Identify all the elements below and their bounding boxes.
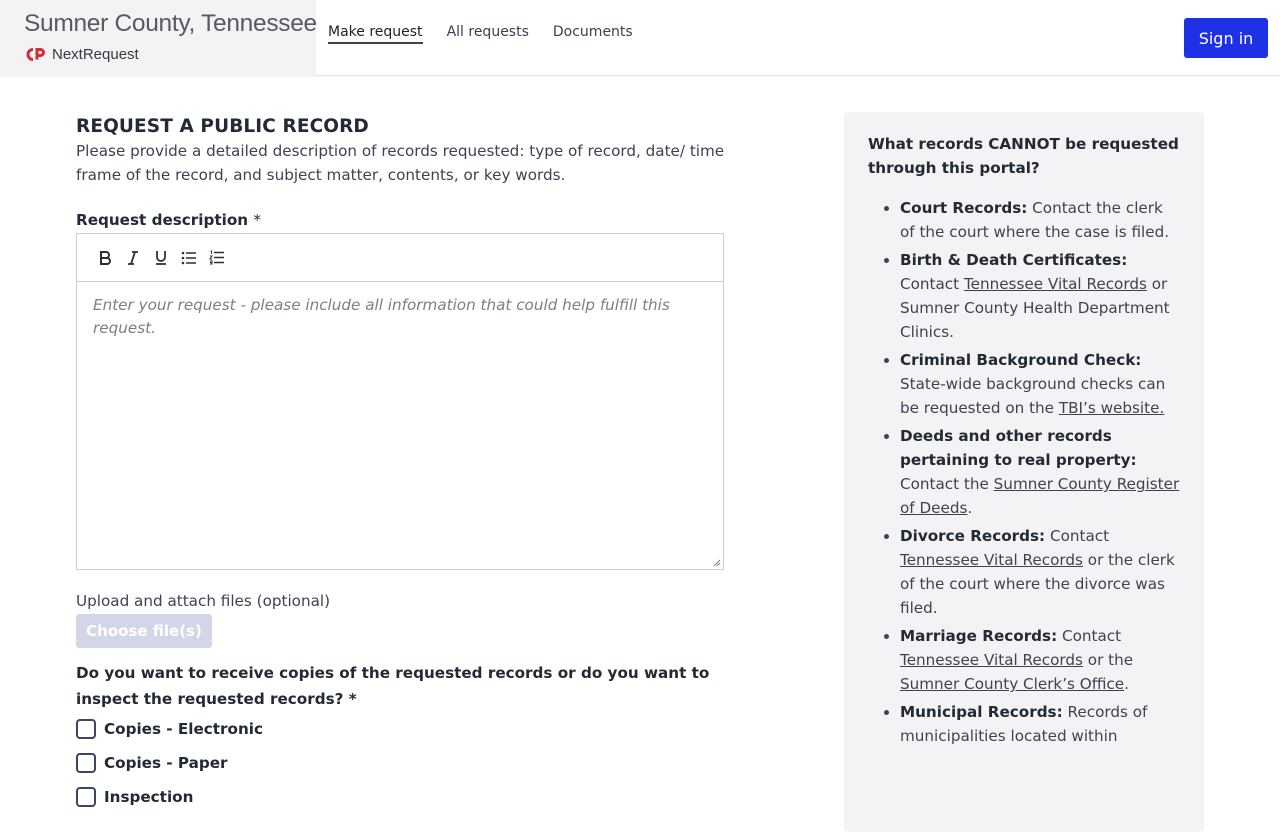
restriction-link[interactable]: Tennessee Vital Records — [964, 275, 1147, 293]
site-title[interactable]: Sumner County, Tennessee — [24, 10, 317, 38]
restriction-text: Contact — [900, 275, 964, 293]
copies-electronic-checkbox[interactable] — [76, 719, 96, 739]
restriction-link[interactable]: Sumner County Clerk’s Office — [900, 675, 1124, 693]
restriction-category: Deeds and other records pertaining to re… — [900, 427, 1137, 469]
restrictions-list: Court Records: Contact the clerk of the … — [868, 196, 1180, 748]
sign-in-button[interactable]: Sign in — [1184, 18, 1268, 58]
description-label-text: Request description — [76, 211, 249, 229]
description-label: Request description * — [76, 211, 736, 229]
restriction-item: Divorce Records: Contact Tennessee Vital… — [900, 524, 1180, 620]
restriction-category: Birth & Death Certificates: — [900, 251, 1128, 269]
restrictions-title: What records CANNOT be requested through… — [868, 135, 1179, 177]
restriction-link[interactable]: Tennessee Vital Records — [900, 551, 1083, 569]
main-nav: Make request All requests Documents — [328, 24, 657, 44]
restriction-item: Criminal Background Check: State-wide ba… — [900, 348, 1180, 420]
nextrequest-logo-icon — [26, 47, 45, 61]
italic-icon — [128, 250, 138, 265]
page-title: REQUEST A PUBLIC RECORD — [76, 116, 369, 137]
restriction-item: Birth & Death Certificates: Contact Tenn… — [900, 248, 1180, 344]
restriction-item: Deeds and other records pertaining to re… — [900, 424, 1180, 520]
bold-icon — [100, 250, 111, 265]
nextrequest-brand: NextRequest — [25, 45, 139, 63]
option-copies-electronic[interactable]: Copies - Electronic — [76, 712, 736, 746]
numbered-list-button[interactable] — [203, 246, 231, 270]
numbered-list-icon — [209, 250, 224, 265]
restriction-text: Contact — [1045, 527, 1110, 545]
nav-make-request[interactable]: Make request — [328, 24, 423, 44]
restriction-category: Court Records: — [900, 199, 1028, 217]
rich-text-editor: Enter your request - please include all … — [76, 233, 724, 570]
restriction-category: Divorce Records: — [900, 527, 1046, 545]
restriction-text: or the — [1082, 651, 1134, 669]
restriction-text: . — [1124, 675, 1129, 693]
option-copies-paper[interactable]: Copies - Paper — [76, 746, 736, 780]
form-intro: Please provide a detailed description of… — [76, 142, 725, 184]
restriction-text: Contact — [1057, 627, 1122, 645]
italic-button[interactable] — [119, 246, 147, 270]
restriction-text: . — [967, 499, 973, 517]
option-inspection[interactable]: Inspection — [76, 780, 736, 814]
request-form: REQUEST A PUBLIC RECORD Please provide a… — [76, 112, 736, 814]
restriction-text: Contact the — [900, 475, 994, 493]
bold-button[interactable] — [91, 246, 119, 270]
bulleted-list-button[interactable] — [175, 246, 203, 270]
choose-files-button[interactable]: Choose file(s) — [76, 614, 212, 648]
restrictions-panel: What records CANNOT be requested through… — [844, 112, 1204, 832]
required-mark: * — [253, 211, 261, 229]
nav-documents[interactable]: Documents — [553, 24, 633, 44]
restriction-category: Criminal Background Check: — [900, 351, 1142, 369]
inspection-checkbox[interactable] — [76, 787, 96, 807]
restriction-link[interactable]: Tennessee Vital Records — [900, 651, 1083, 669]
delivery-question: Do you want to receive copies of the req… — [76, 664, 710, 708]
option-label: Inspection — [104, 788, 194, 806]
copies-paper-checkbox[interactable] — [76, 753, 96, 773]
resize-handle-icon[interactable] — [711, 557, 721, 567]
underline-button[interactable] — [147, 246, 175, 270]
site-header: Sumner County, Tennessee NextRequest Mak… — [0, 0, 1280, 76]
brand-block[interactable]: Sumner County, Tennessee NextRequest — [0, 0, 317, 76]
restriction-item: Municipal Records: Records of municipali… — [900, 700, 1180, 748]
option-label: Copies - Electronic — [104, 720, 263, 738]
restriction-item: Marriage Records: Contact Tennessee Vita… — [900, 624, 1180, 696]
option-label: Copies - Paper — [104, 754, 228, 772]
bulleted-list-icon — [181, 251, 196, 264]
restriction-link[interactable]: TBI’s website. — [1059, 399, 1164, 417]
underline-icon — [156, 251, 166, 265]
restriction-item: Court Records: Contact the clerk of the … — [900, 196, 1180, 244]
editor-toolbar — [77, 234, 723, 282]
restriction-category: Marriage Records: — [900, 627, 1058, 645]
upload-label: Upload and attach files (optional) — [76, 592, 331, 610]
nav-all-requests[interactable]: All requests — [447, 24, 529, 44]
brand-name: NextRequest — [52, 45, 139, 63]
restriction-category: Municipal Records: — [900, 703, 1063, 721]
request-description-input[interactable]: Enter your request - please include all … — [77, 283, 723, 569]
